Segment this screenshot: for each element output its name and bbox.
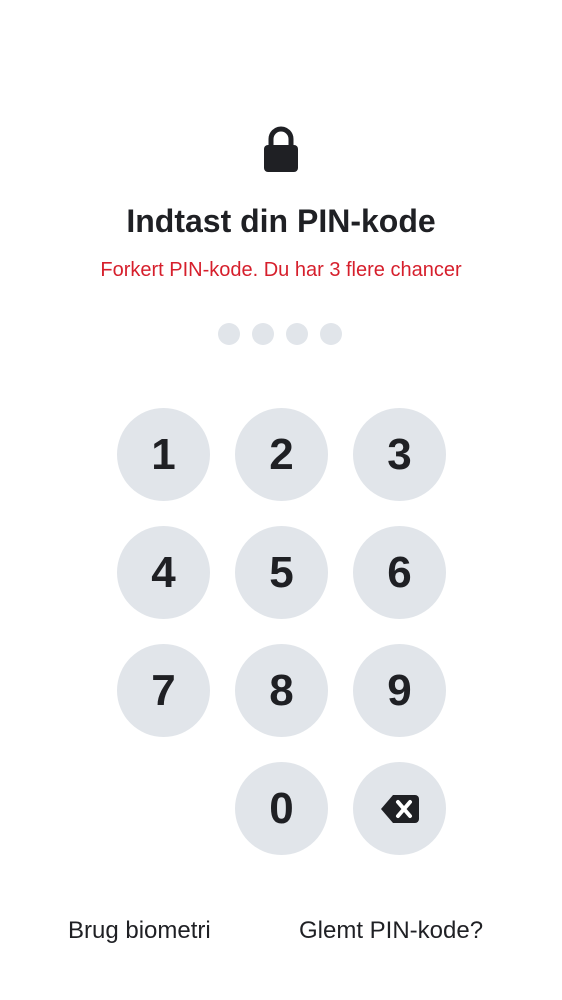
backspace-button[interactable]: [353, 762, 446, 855]
key-3[interactable]: 3: [353, 408, 446, 501]
key-7[interactable]: 7: [117, 644, 210, 737]
key-8[interactable]: 8: [235, 644, 328, 737]
use-biometrics-link[interactable]: Brug biometri: [68, 916, 211, 946]
key-9[interactable]: 9: [353, 644, 446, 737]
key-6[interactable]: 6: [353, 526, 446, 619]
key-4[interactable]: 4: [117, 526, 210, 619]
key-0[interactable]: 0: [235, 762, 328, 855]
key-2[interactable]: 2: [235, 408, 328, 501]
pin-dot: [252, 323, 274, 345]
key-5[interactable]: 5: [235, 526, 328, 619]
keypad: 1 2 3 4 5 6 7 8 9 0: [117, 408, 446, 855]
pin-dot: [218, 323, 240, 345]
keypad-spacer: [117, 762, 210, 855]
pin-dot: [320, 323, 342, 345]
backspace-icon: [380, 794, 419, 823]
forgot-pin-link[interactable]: Glemt PIN-kode?: [299, 916, 483, 946]
key-1[interactable]: 1: [117, 408, 210, 501]
error-message: Forkert PIN-kode. Du har 3 flere chancer: [100, 259, 462, 281]
lock-icon: [261, 126, 301, 174]
pin-indicator: [218, 323, 342, 345]
page-title: Indtast din PIN-kode: [126, 203, 436, 239]
pin-dot: [286, 323, 308, 345]
